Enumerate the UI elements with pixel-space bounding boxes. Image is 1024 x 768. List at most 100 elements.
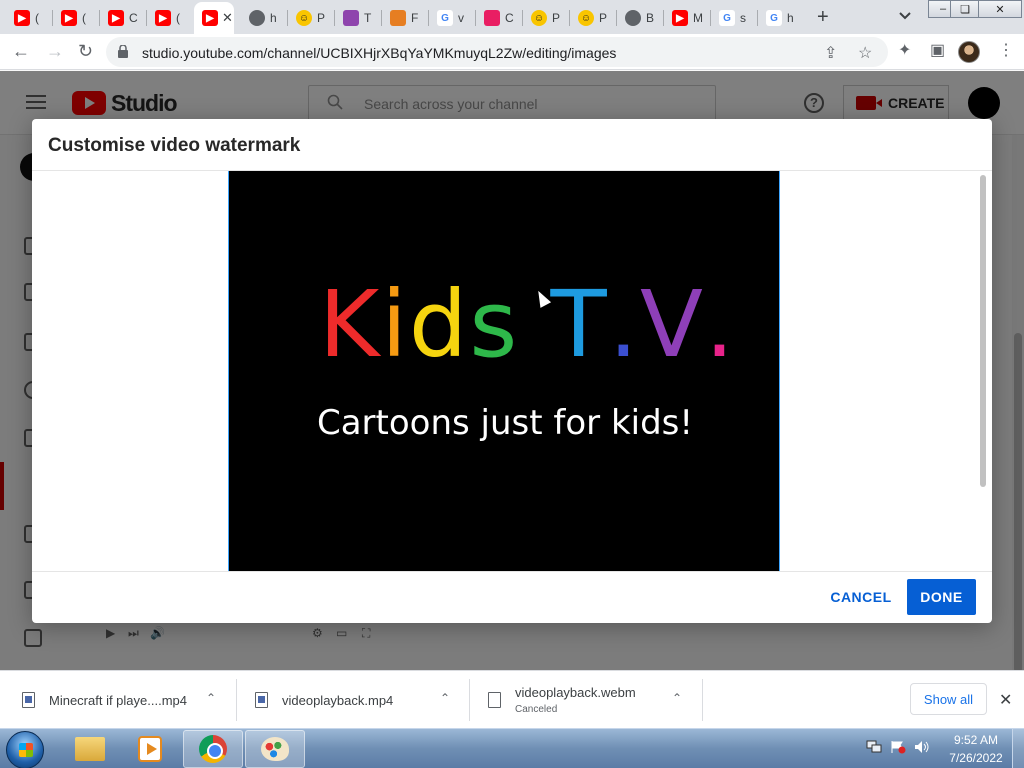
youtube-icon: ▶ — [202, 10, 218, 26]
smiley-icon: ☺ — [296, 10, 312, 26]
tab-title: B — [646, 11, 655, 25]
t-icon — [343, 10, 359, 26]
chevron-up-icon[interactable]: ⌃ — [672, 691, 682, 705]
taskbar-paint[interactable] — [245, 730, 305, 768]
download-item[interactable]: Minecraft if playe....mp4 — [22, 679, 187, 721]
tab-title: s — [740, 11, 746, 25]
action-center-flag-icon[interactable] — [890, 740, 906, 754]
network-icon[interactable] — [866, 740, 882, 754]
profile-avatar[interactable] — [958, 41, 980, 63]
tab-search-icon[interactable] — [897, 7, 913, 23]
taskbar-chrome[interactable] — [183, 730, 243, 768]
taskbar-media-player[interactable] — [120, 730, 180, 768]
close-window-button[interactable]: ✕ — [978, 0, 1022, 18]
watermark-title-letter: d — [408, 271, 470, 378]
share-icon[interactable]: ⇪ — [824, 43, 837, 63]
browser-tab[interactable]: ▶ ✕ — [194, 2, 234, 34]
browser-tab[interactable]: F — [382, 4, 427, 32]
tab-separator — [287, 10, 288, 26]
watermark-title-letter: . — [608, 271, 640, 378]
forward-arrow-icon[interactable]: → — [46, 42, 64, 60]
download-item[interactable]: videoplayback.mp4 — [255, 679, 393, 721]
watermark-title-letter: V — [639, 271, 705, 378]
blank-file-icon — [488, 692, 501, 708]
clock-time[interactable]: 9:52 AM — [951, 733, 1001, 747]
address-bar[interactable]: studio.youtube.com/channel/UCBIXHjrXBqYa… — [106, 37, 888, 67]
show-all-downloads-button[interactable]: Show all — [910, 683, 987, 715]
browser-tab[interactable]: ☺ P — [570, 4, 615, 32]
tab-title: P — [552, 11, 561, 25]
smiley-icon: ☺ — [578, 10, 594, 26]
google-icon: G — [719, 10, 735, 26]
youtube-icon: ▶ — [14, 10, 30, 26]
browser-tab[interactable]: ▶( — [6, 4, 51, 32]
close-tab-icon[interactable]: ✕ — [222, 10, 233, 26]
tab-title: P — [317, 11, 326, 25]
tab-title: C — [129, 11, 138, 25]
divider — [469, 679, 470, 721]
tab-title: h — [270, 11, 277, 25]
browser-tab[interactable]: B — [617, 4, 662, 32]
browser-tab[interactable]: Gv — [429, 4, 474, 32]
reload-icon[interactable]: ↻ — [78, 42, 93, 60]
chevron-up-icon[interactable]: ⌃ — [440, 691, 450, 705]
volume-icon[interactable] — [914, 740, 930, 754]
tab-title: ( — [35, 11, 39, 25]
bookmark-star-icon[interactable]: ☆ — [858, 43, 872, 63]
extensions-puzzle-icon[interactable]: ✦ — [898, 42, 911, 60]
taskbar-explorer[interactable] — [60, 730, 120, 768]
youtube-icon: ▶ — [672, 10, 688, 26]
heart-icon — [484, 10, 500, 26]
tab-separator — [52, 10, 53, 26]
tab-separator — [475, 10, 476, 26]
watermark-title-letter: s — [469, 271, 520, 378]
tab-title: T — [364, 11, 372, 25]
maximize-button[interactable]: ❏ — [950, 0, 980, 18]
watermark-subtitle-text: Cartoons just for kids! — [316, 403, 694, 443]
cancel-button[interactable]: CANCEL — [826, 579, 896, 615]
browser-tab[interactable]: Gh — [758, 4, 803, 32]
clock-date[interactable]: 7/26/2022 — [944, 751, 1008, 765]
dialog-scrollbar[interactable] — [980, 175, 986, 487]
watermark-image-preview[interactable]: Kids T.V. Cartoons just for kids! — [228, 171, 780, 571]
tab-title: h — [787, 11, 794, 25]
watermark-title-letter: . — [704, 271, 737, 378]
divider — [32, 571, 992, 572]
browser-tab[interactable]: ☺ P — [288, 4, 333, 32]
close-download-bar-icon[interactable]: ✕ — [999, 690, 1012, 710]
browser-tab[interactable]: C — [476, 4, 521, 32]
tab-title: F — [411, 11, 419, 25]
browser-tab[interactable]: ▶( — [53, 4, 98, 32]
browser-tab[interactable]: h — [241, 4, 286, 32]
browser-tab[interactable]: ▶( — [147, 4, 192, 32]
download-filename: videoplayback.webm — [515, 685, 636, 700]
browser-tab[interactable]: ▶ M — [664, 4, 709, 32]
youtube-icon: ▶ — [61, 10, 77, 26]
watermark-title-letter: T — [550, 271, 609, 378]
show-desktop-button[interactable] — [1012, 729, 1024, 768]
download-item[interactable]: videoplayback.webm Canceled — [488, 679, 636, 721]
download-status: Canceled — [515, 704, 558, 715]
lock-icon — [118, 45, 128, 58]
chrome-menu-icon[interactable]: ⋮ — [998, 42, 1014, 60]
start-button-icon[interactable] — [6, 731, 44, 768]
browser-tab[interactable]: ☺ P — [523, 4, 568, 32]
browser-tab-strip: ▶(▶(▶ C ▶(▶ ✕ h ☺ P T F Gv C ☺ P ☺ P B ▶ M Gs Gh + – ❏ ✕ — [0, 0, 1024, 34]
globe-icon — [625, 10, 641, 26]
paint-icon — [261, 737, 289, 761]
chrome-icon — [199, 735, 227, 763]
browser-tab[interactable]: Gs — [711, 4, 756, 32]
new-tab-button[interactable]: + — [817, 7, 829, 27]
tab-title: M — [693, 11, 703, 25]
browser-tab[interactable]: T — [335, 4, 380, 32]
browser-toolbar: ← → ↻ studio.youtube.com/channel/UCBIXHj… — [0, 34, 1024, 70]
tab-separator — [569, 10, 570, 26]
browser-tab[interactable]: ▶ C — [100, 4, 145, 32]
done-button[interactable]: DONE — [907, 579, 976, 615]
back-arrow-icon[interactable]: ← — [12, 42, 30, 60]
globe-icon — [249, 10, 265, 26]
chevron-up-icon[interactable]: ⌃ — [206, 691, 216, 705]
document-file-icon — [22, 692, 35, 708]
side-panel-icon[interactable]: ▣ — [930, 42, 945, 60]
download-filename: Minecraft if playe....mp4 — [49, 692, 187, 708]
